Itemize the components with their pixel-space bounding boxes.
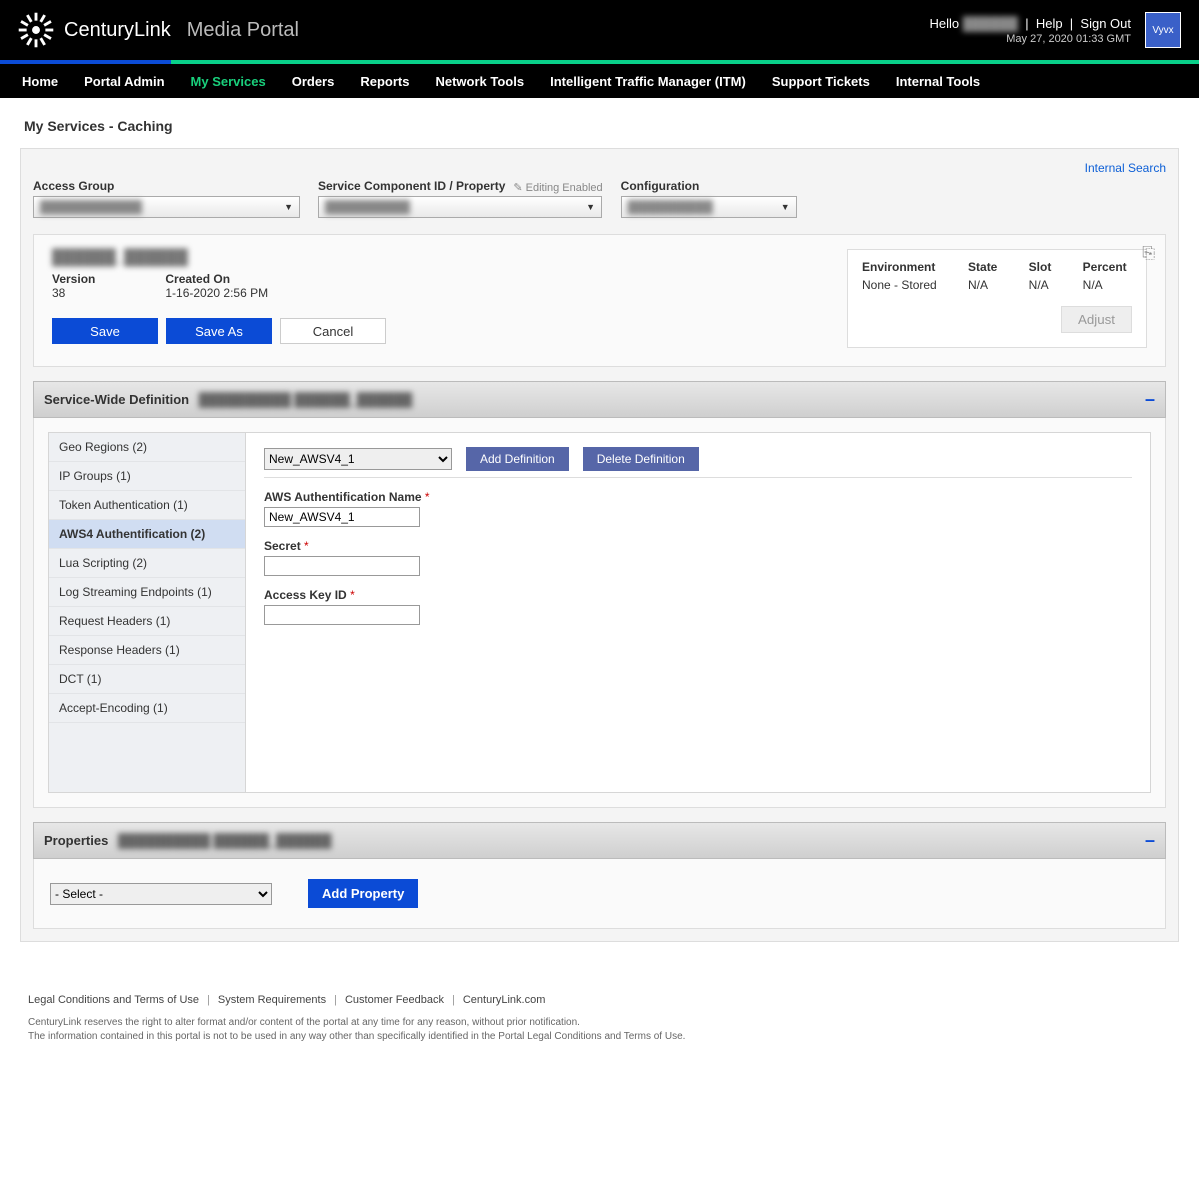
swd-label-masked: ██████████ ██████_██████ — [199, 392, 412, 407]
footer-disclaimer-1: CenturyLink reserves the right to alter … — [28, 1016, 1171, 1030]
properties-body: - Select - Add Property — [33, 859, 1166, 929]
side-tab-log-streaming-endpoints-1-[interactable]: Log Streaming Endpoints (1) — [49, 578, 245, 607]
version-label: Version — [52, 272, 95, 286]
signout-link[interactable]: Sign Out — [1080, 16, 1131, 31]
nav-orders[interactable]: Orders — [282, 64, 345, 98]
save-button[interactable]: Save — [52, 318, 158, 344]
swd-section-header[interactable]: Service-Wide Definition ██████████ █████… — [33, 381, 1166, 418]
header-links: Hello ██████ | Help | Sign Out — [929, 16, 1131, 31]
side-tab-lua-scripting-2-[interactable]: Lua Scripting (2) — [49, 549, 245, 578]
secret-label: Secret * — [264, 539, 1132, 553]
swd-main-panel: New_AWSV4_1 Add Definition Delete Defini… — [246, 432, 1151, 793]
vyvx-badge: Vyvx — [1145, 12, 1181, 48]
environment-panel: Environment State Slot Percent None - St… — [847, 249, 1147, 348]
configuration-label: Configuration — [621, 179, 797, 193]
caret-down-icon: ▼ — [781, 202, 790, 212]
env-environment-label: Environment — [862, 260, 942, 274]
env-state-value: N/A — [968, 278, 1003, 292]
pencil-icon: ✎ — [513, 181, 522, 194]
footer-disclaimer-2: The information contained in this portal… — [28, 1030, 1171, 1044]
side-tab-dct-1-[interactable]: DCT (1) — [49, 665, 245, 694]
env-slot-label: Slot — [1029, 260, 1057, 274]
side-tab-accept-encoding-1-[interactable]: Accept-Encoding (1) — [49, 694, 245, 723]
username-masked: ██████ — [963, 16, 1018, 31]
main-nav: HomePortal AdminMy ServicesOrdersReports… — [0, 64, 1199, 98]
access-group-select[interactable]: ████████████▼ — [33, 196, 300, 218]
nav-home[interactable]: Home — [12, 64, 68, 98]
secret-input[interactable] — [264, 556, 420, 576]
properties-label: Properties — [44, 833, 108, 848]
adjust-button[interactable]: Adjust — [1061, 306, 1132, 333]
internal-search-link[interactable]: Internal Search — [1085, 161, 1166, 175]
configuration-select[interactable]: ██████████▼ — [621, 196, 797, 218]
access-group-label: Access Group — [33, 179, 300, 193]
nav-intelligent-traffic-manager-itm-[interactable]: Intelligent Traffic Manager (ITM) — [540, 64, 756, 98]
main-card: Internal Search Access Group ███████████… — [20, 148, 1179, 942]
caret-down-icon: ▼ — [284, 202, 293, 212]
config-box: ⎘ ██████_██████ Version 38 Created On 1-… — [33, 234, 1166, 367]
header-top: CenturyLink Media Portal Hello ██████ | … — [0, 0, 1199, 60]
env-environment-value: None - Stored — [862, 278, 942, 292]
env-state-label: State — [968, 260, 1003, 274]
add-property-button[interactable]: Add Property — [308, 879, 418, 908]
selector-row: Access Group ████████████▼ Service Compo… — [33, 179, 1166, 218]
created-label: Created On — [165, 272, 268, 286]
property-select[interactable]: - Select - — [50, 883, 272, 905]
side-tab-ip-groups-1-[interactable]: IP Groups (1) — [49, 462, 245, 491]
brand-name: CenturyLink — [64, 19, 171, 42]
access-key-label: Access Key ID * — [264, 588, 1132, 602]
save-as-button[interactable]: Save As — [166, 318, 272, 344]
cancel-button[interactable]: Cancel — [280, 318, 386, 344]
swd-label: Service-Wide Definition — [44, 392, 189, 407]
caret-down-icon: ▼ — [586, 202, 595, 212]
footer-link-legal-conditions-and-terms-of-use[interactable]: Legal Conditions and Terms of Use — [28, 994, 199, 1006]
side-tab-request-headers-1-[interactable]: Request Headers (1) — [49, 607, 245, 636]
header-timestamp: May 27, 2020 01:33 GMT — [929, 33, 1131, 45]
env-slot-value: N/A — [1029, 278, 1057, 292]
footer-link-system-requirements[interactable]: System Requirements — [218, 994, 326, 1006]
starburst-logo-icon — [18, 12, 54, 48]
properties-section-header[interactable]: Properties ██████████ ██████_██████ – — [33, 822, 1166, 859]
collapse-icon[interactable]: – — [1145, 389, 1155, 410]
properties-label-masked: ██████████ ██████_██████ — [118, 833, 331, 848]
side-tab-response-headers-1-[interactable]: Response Headers (1) — [49, 636, 245, 665]
copy-link-icon[interactable]: ⎘ — [1142, 245, 1155, 263]
service-component-select[interactable]: ██████████▼ — [318, 196, 602, 218]
nav-internal-tools[interactable]: Internal Tools — [886, 64, 990, 98]
brand-sub: Media Portal — [187, 19, 299, 42]
side-tab-geo-regions-2-[interactable]: Geo Regions (2) — [49, 433, 245, 462]
side-tab-token-authentication-1-[interactable]: Token Authentication (1) — [49, 491, 245, 520]
swd-body: Geo Regions (2)IP Groups (1)Token Authen… — [33, 418, 1166, 808]
config-title-masked: ██████_██████ — [52, 249, 386, 266]
help-link[interactable]: Help — [1036, 16, 1063, 31]
page-title: My Services - Caching — [24, 118, 1179, 134]
nav-support-tickets[interactable]: Support Tickets — [762, 64, 880, 98]
version-value: 38 — [52, 286, 95, 300]
delete-definition-button[interactable]: Delete Definition — [583, 447, 699, 471]
footer: Legal Conditions and Terms of Use|System… — [20, 982, 1179, 1056]
created-value: 1-16-2020 2:56 PM — [165, 286, 268, 300]
env-percent-value: N/A — [1083, 278, 1132, 292]
add-definition-button[interactable]: Add Definition — [466, 447, 569, 471]
footer-link-customer-feedback[interactable]: Customer Feedback — [345, 994, 444, 1006]
hello-text: Hello — [929, 16, 959, 31]
access-key-input[interactable] — [264, 605, 420, 625]
service-component-label: Service Component ID / Property — [318, 179, 505, 193]
definition-select[interactable]: New_AWSV4_1 — [264, 448, 452, 470]
env-percent-label: Percent — [1083, 260, 1132, 274]
logo-block: CenturyLink Media Portal — [18, 12, 299, 48]
swd-side-tabs: Geo Regions (2)IP Groups (1)Token Authen… — [48, 432, 246, 793]
side-tab-aws4-authentification-2-[interactable]: AWS4 Authentification (2) — [49, 520, 245, 549]
nav-portal-admin[interactable]: Portal Admin — [74, 64, 174, 98]
header-right: Hello ██████ | Help | Sign Out May 27, 2… — [929, 12, 1181, 48]
nav-my-services[interactable]: My Services — [181, 64, 276, 98]
nav-reports[interactable]: Reports — [350, 64, 419, 98]
editing-enabled-tag: ✎Editing Enabled — [513, 181, 602, 194]
aws-name-input[interactable] — [264, 507, 420, 527]
aws-name-label: AWS Authentification Name * — [264, 490, 1132, 504]
footer-link-centurylink-com[interactable]: CenturyLink.com — [463, 994, 546, 1006]
nav-network-tools[interactable]: Network Tools — [425, 64, 534, 98]
collapse-icon[interactable]: – — [1145, 830, 1155, 851]
